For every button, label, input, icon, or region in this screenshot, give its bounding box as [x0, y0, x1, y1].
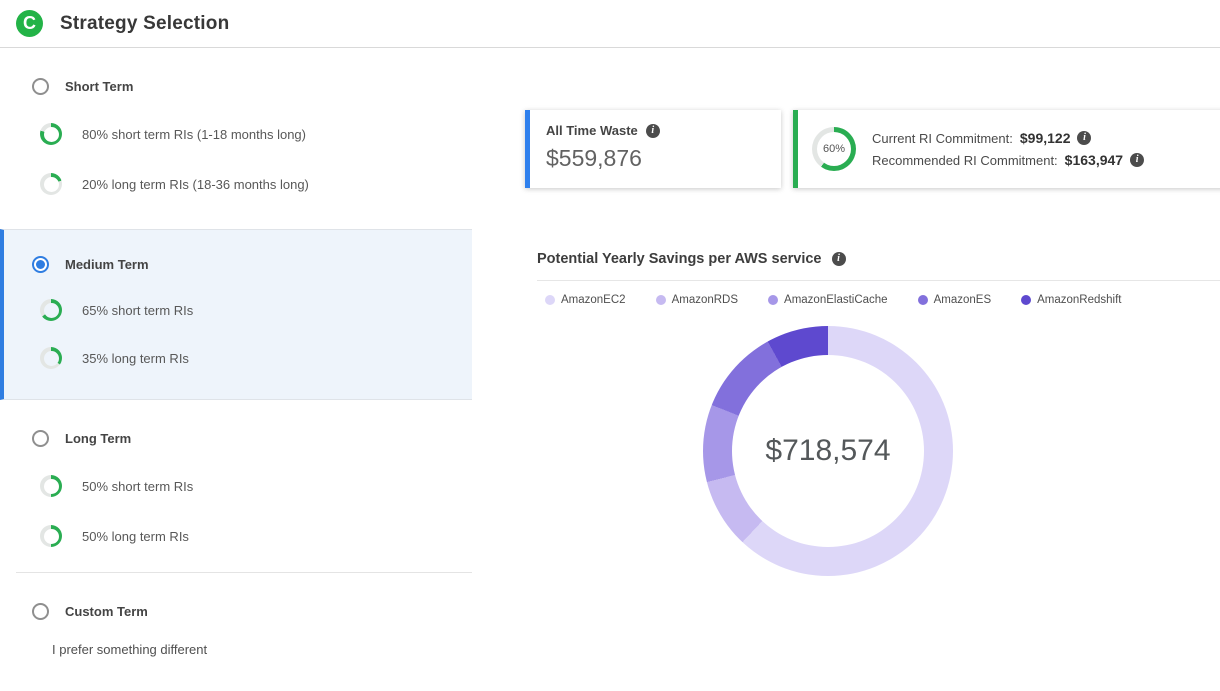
legend-label: AmazonRDS [672, 294, 738, 306]
strategy-option-long-term[interactable]: Long Term [0, 430, 472, 447]
allocation-label: 65% short term RIs [82, 303, 193, 318]
strategy-label: Custom Term [65, 604, 148, 619]
allocation-progress-ring [40, 525, 62, 547]
legend-dot [1021, 295, 1031, 305]
strategy-label: Short Term [65, 79, 133, 94]
donut-hole: $718,574 [732, 355, 924, 547]
ring-hole [44, 351, 59, 366]
allocation-label: 80% short term RIs (1-18 months long) [82, 127, 306, 142]
allocation-progress-ring [40, 475, 62, 497]
all-time-waste-card: All Time Waste i $559,876 [525, 110, 781, 188]
allocation-row: 80% short term RIs (1-18 months long) [0, 123, 472, 145]
current-commitment-value: $99,122 [1020, 130, 1071, 146]
chart-legend: AmazonEC2 AmazonRDS AmazonElastiCache Amazo… [537, 294, 1220, 306]
strategy-label: Long Term [65, 431, 131, 446]
savings-chart-panel: Potential Yearly Savings per AWS service… [537, 251, 1220, 306]
info-icon[interactable]: i [646, 124, 660, 138]
recommended-commitment-value: $163,947 [1065, 152, 1123, 168]
waste-card-value: $559,876 [546, 145, 765, 172]
legend-dot [918, 295, 928, 305]
allocation-row: 35% long term RIs [4, 347, 472, 369]
strategy-group-short-term: Short Term 80% short term RIs (1-18 mont… [0, 48, 472, 229]
header: C Strategy Selection [0, 0, 1220, 48]
allocation-label: 50% short term RIs [82, 479, 193, 494]
donut-total-value: $718,574 [765, 434, 890, 468]
recommended-commitment-label: Recommended RI Commitment: [872, 153, 1058, 168]
allocation-row: 20% long term RIs (18-36 months long) [0, 173, 472, 195]
current-commitment-row: Current RI Commitment: $99,122 i [872, 130, 1144, 146]
commitment-progress-ring: 60% [812, 127, 856, 171]
legend-item-AmazonRedshift[interactable]: AmazonRedshift [1021, 294, 1121, 306]
app-logo-icon: C [16, 10, 43, 37]
allocation-progress-ring [40, 123, 62, 145]
legend-item-AmazonElastiCache[interactable]: AmazonElastiCache [768, 294, 888, 306]
legend-label: AmazonES [934, 294, 992, 306]
info-icon[interactable]: i [832, 252, 846, 266]
allocation-label: 50% long term RIs [82, 529, 189, 544]
radio-button-selected[interactable] [32, 256, 49, 273]
recommended-commitment-row: Recommended RI Commitment: $163,947 i [872, 152, 1144, 168]
ri-commitment-card: 60% Current RI Commitment: $99,122 i Rec… [793, 110, 1220, 188]
allocation-label: 20% long term RIs (18-36 months long) [82, 177, 309, 192]
chart-title: Potential Yearly Savings per AWS service [537, 251, 822, 267]
ring-hole [44, 303, 59, 318]
waste-card-title: All Time Waste [546, 123, 638, 138]
info-icon[interactable]: i [1077, 131, 1091, 145]
strategy-option-medium-term[interactable]: Medium Term [4, 256, 472, 273]
ring-hole [44, 127, 59, 142]
strategy-option-short-term[interactable]: Short Term [0, 78, 472, 95]
allocation-row: 65% short term RIs [4, 299, 472, 321]
ring-hole [44, 479, 59, 494]
legend-item-AmazonRDS[interactable]: AmazonRDS [656, 294, 738, 306]
legend-label: AmazonElastiCache [784, 294, 888, 306]
info-icon[interactable]: i [1130, 153, 1144, 167]
allocation-progress-ring [40, 299, 62, 321]
legend-item-AmazonEC2[interactable]: AmazonEC2 [545, 294, 626, 306]
strategy-group-medium-term: Medium Term 65% short term RIs 35% long … [0, 229, 472, 400]
current-commitment-label: Current RI Commitment: [872, 131, 1013, 146]
strategy-group-long-term: Long Term 50% short term RIs 50% long te… [0, 400, 472, 572]
allocation-row: 50% short term RIs [0, 475, 472, 497]
allocation-row: 50% long term RIs [0, 525, 472, 547]
commitment-text: Current RI Commitment: $99,122 i Recomme… [872, 124, 1144, 174]
radio-button[interactable] [32, 78, 49, 95]
strategy-list: Short Term 80% short term RIs (1-18 mont… [0, 48, 472, 667]
commitment-percent: 60% [817, 132, 851, 166]
allocation-progress-ring [40, 347, 62, 369]
page-title: Strategy Selection [60, 13, 229, 35]
radio-button[interactable] [32, 430, 49, 447]
strategy-selection-page: C Strategy Selection Short Term 80% shor… [0, 0, 1220, 691]
legend-label: AmazonEC2 [561, 294, 626, 306]
custom-term-description: I prefer something different [0, 642, 472, 657]
ring-hole [44, 529, 59, 544]
legend-dot [656, 295, 666, 305]
radio-dot [36, 260, 45, 269]
legend-dot [768, 295, 778, 305]
savings-donut-chart[interactable]: $718,574 [703, 326, 953, 576]
radio-button[interactable] [32, 603, 49, 620]
allocation-label: 35% long term RIs [82, 351, 189, 366]
legend-dot [545, 295, 555, 305]
strategy-option-custom-term[interactable]: Custom Term [0, 603, 472, 620]
legend-item-AmazonES[interactable]: AmazonES [918, 294, 992, 306]
allocation-progress-ring [40, 173, 62, 195]
ring-hole [44, 177, 59, 192]
strategy-label: Medium Term [65, 257, 149, 272]
strategy-group-custom-term: Custom Term I prefer something different [0, 573, 472, 667]
legend-label: AmazonRedshift [1037, 294, 1121, 306]
